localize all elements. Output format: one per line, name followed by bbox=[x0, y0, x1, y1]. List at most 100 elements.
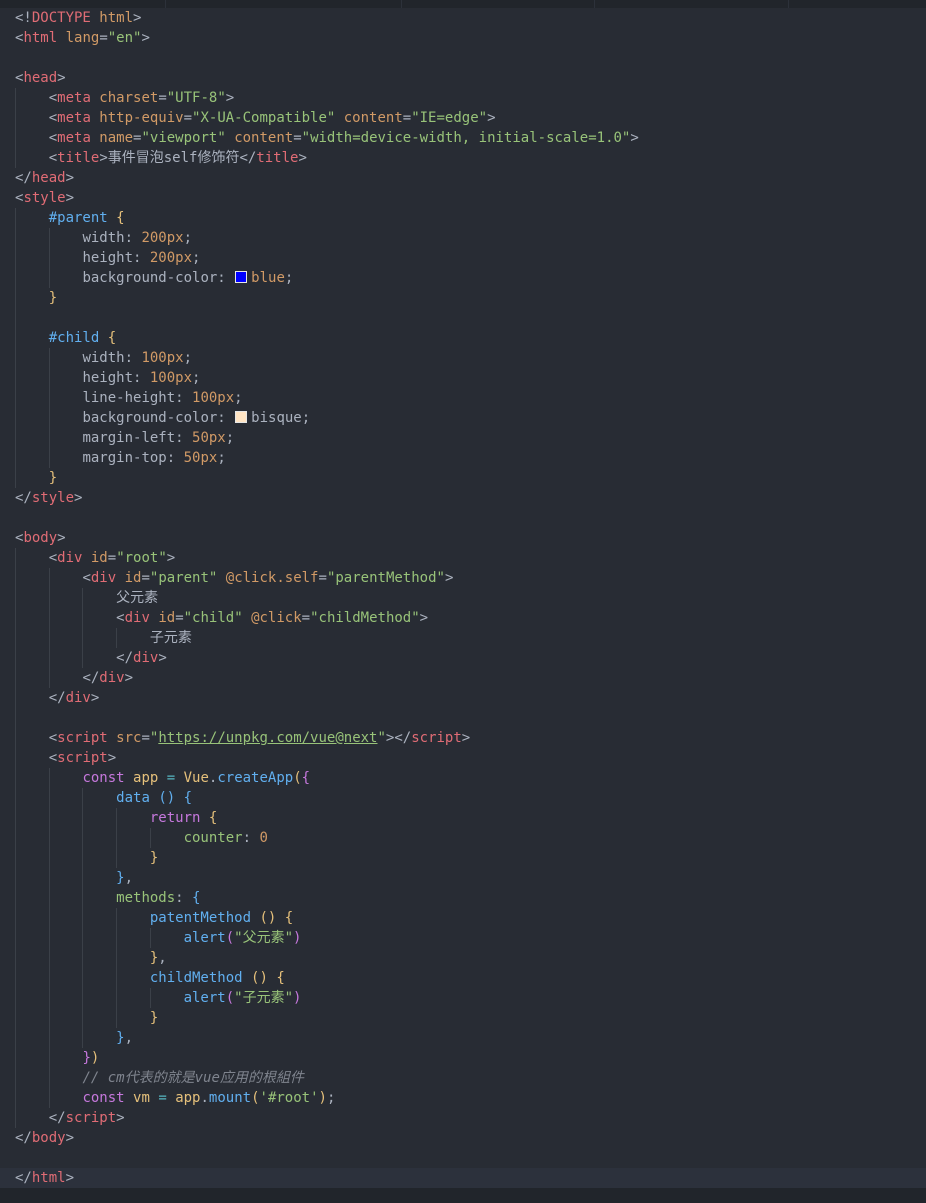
code-line[interactable]: <div id="parent" @click.self="parentMeth… bbox=[0, 568, 926, 588]
code-line[interactable]: </body> bbox=[0, 1128, 926, 1148]
code-line[interactable]: return { bbox=[0, 808, 926, 828]
indent-guide bbox=[48, 608, 50, 628]
color-swatch-icon[interactable] bbox=[235, 271, 248, 283]
code-line[interactable]: background-color: bisque; bbox=[0, 408, 926, 428]
code-line[interactable]: height: 200px; bbox=[0, 248, 926, 268]
indent-guide bbox=[116, 988, 118, 1008]
code-token: < bbox=[48, 130, 58, 146]
code-line[interactable]: counter: 0 bbox=[0, 828, 926, 848]
code-line[interactable]: <html lang="en"> bbox=[0, 28, 926, 48]
indent-guide bbox=[15, 288, 16, 308]
code-line[interactable]: <meta name="viewport" content="width=dev… bbox=[0, 128, 926, 148]
code-token: () bbox=[251, 970, 268, 986]
code-line[interactable] bbox=[0, 708, 926, 728]
code-line[interactable] bbox=[0, 48, 926, 68]
code-editor[interactable]: <!DOCTYPE html> <html lang="en"> <head> <m… bbox=[0, 0, 926, 1203]
code-line[interactable]: <body> bbox=[0, 528, 926, 548]
code-line[interactable]: 父元素 bbox=[0, 588, 926, 608]
code-line[interactable]: #parent { bbox=[0, 208, 926, 228]
indent-guide bbox=[15, 368, 16, 388]
code-line[interactable]: <div id="root"> bbox=[0, 548, 926, 568]
code-line[interactable]: </div> bbox=[0, 688, 926, 708]
indent-guide bbox=[82, 988, 84, 1008]
code-token: return bbox=[149, 810, 201, 826]
code-token: ) bbox=[90, 1050, 100, 1066]
code-line[interactable]: } bbox=[0, 1008, 926, 1028]
code-line[interactable]: } bbox=[0, 288, 926, 308]
code-line[interactable]: </script> bbox=[0, 1108, 926, 1128]
code-line[interactable]: <meta charset="UTF-8"> bbox=[0, 88, 926, 108]
code-token: div bbox=[124, 610, 150, 626]
code-line[interactable]: <meta http-equiv="X-UA-Compatible" conte… bbox=[0, 108, 926, 128]
code-token: "子元素" bbox=[234, 990, 294, 1006]
code-token: > bbox=[630, 130, 639, 146]
code-line[interactable]: }, bbox=[0, 948, 926, 968]
code-line[interactable] bbox=[0, 1148, 926, 1168]
code-line[interactable]: }, bbox=[0, 1028, 926, 1048]
code-line[interactable]: width: 100px; bbox=[0, 348, 926, 368]
code-line[interactable]: const vm = app.mount('#root'); bbox=[0, 1088, 926, 1108]
indent-guide bbox=[15, 908, 16, 928]
indent-guide bbox=[82, 908, 84, 928]
code-line[interactable] bbox=[0, 508, 926, 528]
code-line[interactable]: patentMethod () { bbox=[0, 908, 926, 928]
code-line[interactable]: 子元素 bbox=[0, 628, 926, 648]
code-content[interactable]: <!DOCTYPE html> <html lang="en"> <head> <m… bbox=[0, 8, 926, 1188]
code-line[interactable]: </head> bbox=[0, 168, 926, 188]
code-token: @click.self bbox=[217, 570, 319, 586]
code-line[interactable]: <div id="child" @click="childMethod"> bbox=[0, 608, 926, 628]
code-line[interactable]: #child { bbox=[0, 328, 926, 348]
code-line[interactable]: methods: { bbox=[0, 888, 926, 908]
code-token: </ bbox=[82, 670, 100, 686]
code-line[interactable]: <script> bbox=[0, 748, 926, 768]
indent-guide bbox=[48, 1008, 50, 1028]
code-token: name bbox=[90, 130, 134, 146]
indent-guide bbox=[15, 1008, 16, 1028]
code-line[interactable]: height: 100px; bbox=[0, 368, 926, 388]
code-line[interactable]: }) bbox=[0, 1048, 926, 1068]
code-token: head bbox=[31, 170, 66, 186]
color-swatch-icon[interactable] bbox=[235, 411, 248, 423]
code-token: createApp bbox=[217, 770, 294, 786]
code-line[interactable]: <style> bbox=[0, 188, 926, 208]
code-line[interactable]: childMethod () { bbox=[0, 968, 926, 988]
code-token: : bbox=[133, 370, 150, 386]
code-line[interactable]: </html> bbox=[0, 1168, 926, 1188]
indent-guide bbox=[48, 348, 50, 368]
code-line[interactable]: } bbox=[0, 848, 926, 868]
indent-guide bbox=[48, 768, 50, 788]
code-line[interactable]: line-height: 100px; bbox=[0, 388, 926, 408]
code-line[interactable]: alert("父元素") bbox=[0, 928, 926, 948]
code-line[interactable]: </style> bbox=[0, 488, 926, 508]
code-token: ) bbox=[293, 930, 302, 946]
code-line[interactable]: } bbox=[0, 468, 926, 488]
code-line[interactable]: }, bbox=[0, 868, 926, 888]
code-token: width bbox=[82, 350, 125, 366]
code-line[interactable]: width: 200px; bbox=[0, 228, 926, 248]
code-token: ) bbox=[318, 1090, 327, 1106]
code-token: div bbox=[90, 570, 117, 586]
code-token: : bbox=[133, 250, 150, 266]
code-line[interactable]: const app = Vue.createApp({ bbox=[0, 768, 926, 788]
code-line[interactable]: <script src="https://unpkg.com/vue@next"… bbox=[0, 728, 926, 748]
code-line[interactable]: // cm代表的就是vue应用的根組件 bbox=[0, 1068, 926, 1088]
code-line[interactable]: margin-top: 50px; bbox=[0, 448, 926, 468]
code-line[interactable]: background-color: blue; bbox=[0, 268, 926, 288]
code-line[interactable]: <!DOCTYPE html> bbox=[0, 8, 926, 28]
code-line[interactable] bbox=[0, 308, 926, 328]
code-line[interactable]: </div> bbox=[0, 648, 926, 668]
code-line[interactable]: data () { bbox=[0, 788, 926, 808]
indent-guide bbox=[82, 1028, 84, 1048]
code-line[interactable]: margin-left: 50px; bbox=[0, 428, 926, 448]
code-line[interactable]: </div> bbox=[0, 668, 926, 688]
code-line[interactable]: <head> bbox=[0, 68, 926, 88]
code-line[interactable]: alert("子元素") bbox=[0, 988, 926, 1008]
indent-guide bbox=[82, 788, 84, 808]
code-line[interactable]: <title>事件冒泡self修饰符</title> bbox=[0, 148, 926, 168]
indent-guide bbox=[15, 388, 16, 408]
